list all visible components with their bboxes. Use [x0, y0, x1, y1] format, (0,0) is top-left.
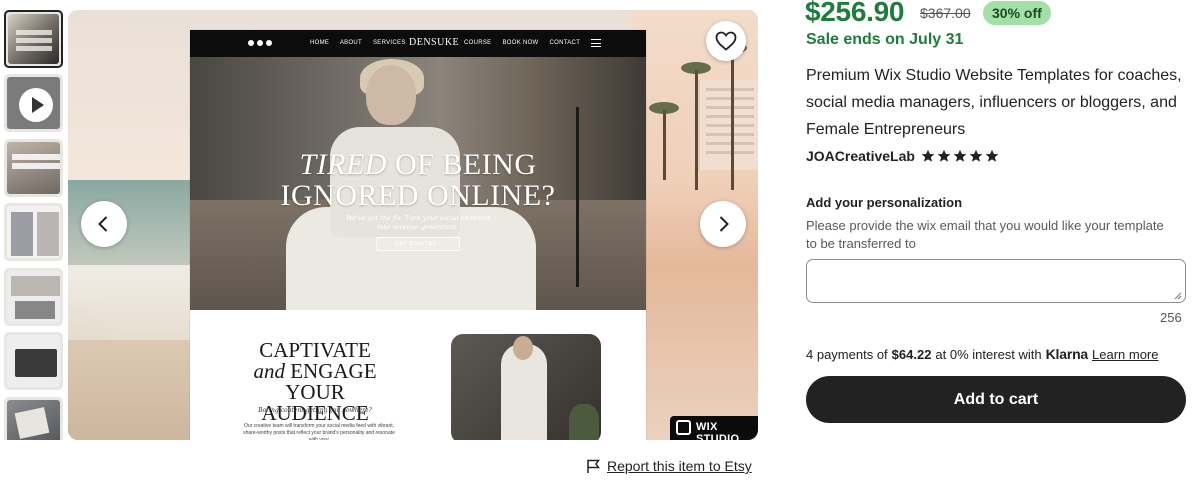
palm-tree — [681, 62, 711, 190]
sale-end-date: Sale ends on July 31 — [806, 31, 964, 48]
wix-badge-text: WIX STUDIO — [696, 421, 740, 440]
mockup-nav-right: COURSE BOOK NOW CONTACT — [464, 40, 589, 46]
star-rating[interactable] — [921, 149, 1001, 163]
background-foam — [68, 265, 198, 345]
palm-tree — [717, 42, 747, 190]
main-product-image[interactable]: HOME ABOUT SERVICES DENSUKE COURSE BOOK … — [68, 10, 758, 440]
captivate-line3: YOUR AUDIENCE — [261, 380, 369, 425]
klarna-logo: Klarna — [1045, 346, 1089, 362]
mockup-navbar: HOME ABOUT SERVICES DENSUKE COURSE BOOK … — [190, 30, 646, 57]
mockup-nav-left: HOME ABOUT SERVICES — [310, 40, 415, 46]
mockup-hero-title: TIRED OF BEING IGNORED ONLINE? — [190, 149, 646, 211]
mockup-nav-item: CONTACT — [549, 40, 581, 46]
website-mockup: HOME ABOUT SERVICES DENSUKE COURSE BOOK … — [190, 30, 646, 440]
heart-icon — [715, 31, 737, 51]
star-icon — [969, 149, 983, 162]
klarna-amount: $64.22 — [891, 347, 932, 362]
background-sand — [68, 340, 198, 440]
klarna-learn-more-link[interactable]: Learn more — [1092, 347, 1158, 362]
report-item-link[interactable]: Report this item to Etsy — [586, 458, 752, 474]
thumbnail-3[interactable] — [4, 139, 63, 197]
mockup-captivate-body: Our creative team will transform your so… — [243, 423, 395, 440]
personalization-label: Add your personalization — [806, 195, 963, 210]
add-to-cart-button[interactable]: Add to cart — [806, 376, 1186, 423]
play-icon — [19, 88, 53, 122]
mockup-photo-card — [451, 334, 601, 440]
personalization-input[interactable] — [806, 259, 1186, 303]
menu-icon — [591, 39, 601, 47]
background-building — [698, 80, 758, 170]
favorite-button[interactable] — [706, 21, 746, 61]
sale-price: $256.90 — [805, 0, 905, 27]
mockup-captivate-sub: Boring content getting you nowhere? — [258, 407, 372, 414]
thumbnail-video[interactable] — [4, 74, 63, 132]
hero-title-italic: TIRED — [299, 148, 387, 181]
mockup-hero-subtitle: We've got the fix. Turn your social chan… — [345, 214, 491, 231]
star-icon — [937, 149, 951, 162]
discount-badge: 30% off — [983, 1, 1051, 25]
flag-icon — [587, 459, 600, 473]
wix-studio-badge: WIX STUDIO — [670, 416, 758, 440]
mockup-hero: TIRED OF BEING IGNORED ONLINE? We've got… — [190, 57, 646, 310]
hero-title-line2: IGNORED ONLINE? — [280, 179, 556, 212]
thumbnail-1[interactable] — [4, 10, 63, 68]
mockup-brand: DENSUKE — [409, 37, 460, 48]
chevron-right-icon — [719, 216, 729, 232]
star-icon — [921, 149, 935, 162]
previous-image-button[interactable] — [81, 201, 127, 247]
shop-name-link[interactable]: JOACreativeLab — [806, 148, 915, 164]
wix-logo-icon — [676, 420, 691, 435]
star-icon — [953, 149, 967, 162]
klarna-mid: at 0% interest with — [935, 347, 1042, 362]
mockup-get-started-button: GET STARTED › — [376, 237, 460, 251]
mockup-nav-item: HOME — [310, 40, 330, 46]
character-counter: 256 — [1160, 310, 1182, 325]
star-icon — [985, 149, 999, 162]
next-image-button[interactable] — [700, 201, 746, 247]
mockup-nav-item: ABOUT — [339, 40, 363, 46]
personalization-help: Please provide the wix email that you wo… — [806, 218, 1164, 251]
klarna-prefix: 4 payments of — [806, 347, 888, 362]
listing-title: Premium Wix Studio Website Templates for… — [806, 67, 1182, 138]
mockup-nav-item: SERVICES — [372, 40, 406, 46]
original-price: $367.00 — [920, 5, 971, 21]
hero-title-rest: OF BEING — [386, 148, 537, 181]
mockup-lower-section: CAPTIVATE and ENGAGE YOUR AUDIENCE Borin… — [190, 310, 646, 440]
klarna-payment-info: 4 payments of $64.22 at 0% interest with… — [806, 346, 1159, 362]
captivate-and: and — [253, 359, 285, 383]
thumbnail-6[interactable] — [4, 332, 63, 390]
chevron-left-icon — [98, 216, 108, 232]
shop-info: JOACreativeLab — [806, 148, 1001, 164]
mockup-nav-item: BOOK NOW — [502, 40, 539, 46]
thumbnail-7[interactable] — [4, 397, 63, 440]
palm-tree — [649, 102, 679, 180]
mockup-nav-item: COURSE — [464, 40, 492, 46]
thumbnail-5[interactable] — [4, 268, 63, 326]
report-item-text: Report this item to Etsy — [607, 458, 752, 474]
resize-handle-icon[interactable] — [1173, 291, 1182, 300]
social-icons — [248, 40, 275, 48]
thumbnail-strip — [4, 10, 64, 440]
thumbnail-4[interactable] — [4, 203, 63, 261]
